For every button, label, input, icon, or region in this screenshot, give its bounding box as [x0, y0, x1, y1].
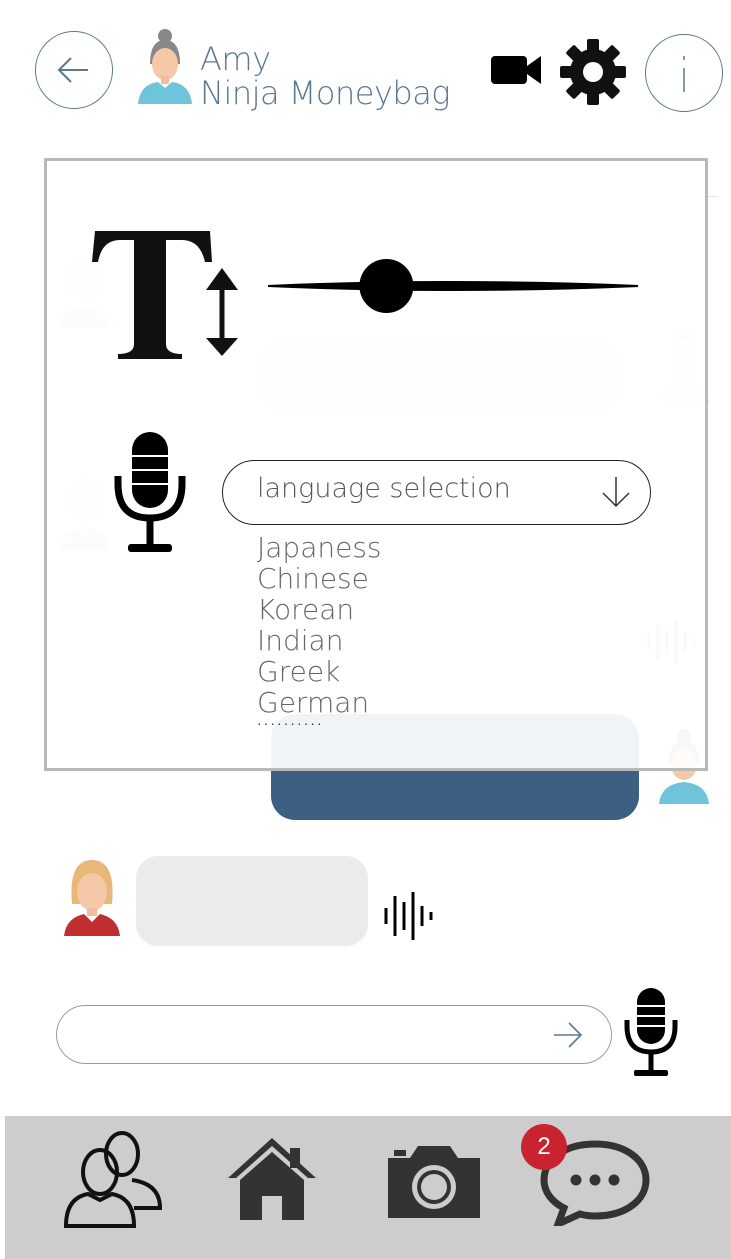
contacts-button[interactable] [62, 1128, 164, 1237]
language-option-chinese[interactable]: Chinese [257, 563, 382, 594]
video-camera-icon [491, 56, 541, 84]
contacts-icon [63, 1131, 163, 1228]
send-button[interactable] [552, 1019, 584, 1056]
other-avatar [62, 856, 122, 938]
arrow-down-icon [602, 477, 630, 508]
info-icon [683, 56, 685, 92]
language-option-greek[interactable]: Greek [257, 656, 382, 687]
audio-wave-icon[interactable] [383, 890, 435, 947]
arrow-right-icon [554, 1022, 583, 1048]
contact-second-name: Ninja Moneybag [200, 74, 451, 112]
language-option-indian[interactable]: Indian [257, 625, 382, 656]
contact-first-name: Amy [200, 40, 271, 78]
microphone-icon [114, 432, 186, 559]
arrow-left-icon [57, 57, 88, 83]
language-option-japanese[interactable]: Japaness [257, 532, 382, 563]
font-size-icon [92, 226, 242, 365]
settings-button[interactable] [558, 37, 628, 112]
home-button[interactable] [226, 1136, 318, 1227]
camera-button[interactable] [386, 1144, 482, 1225]
language-option-korean[interactable]: Korean [257, 594, 382, 625]
contact-avatar[interactable] [136, 24, 194, 106]
home-icon [228, 1138, 316, 1220]
voice-input-button[interactable] [624, 988, 678, 1083]
language-options-list: Japaness Chinese Korean Indian Greek Ger… [257, 532, 382, 730]
gear-icon [560, 39, 626, 105]
language-option-german[interactable]: German [257, 687, 382, 718]
video-call-button[interactable] [491, 52, 543, 93]
slider-thumb[interactable] [359, 259, 414, 313]
dropdown-placeholder: language selection [257, 473, 511, 504]
message-bubble-received [136, 856, 368, 946]
unread-count-badge: 2 [521, 1124, 567, 1170]
camera-icon [388, 1146, 480, 1218]
microphone-icon [624, 988, 678, 1076]
language-dropdown[interactable]: language selection [222, 460, 651, 525]
more-options-indicator[interactable]: ·········· [257, 716, 382, 730]
info-button[interactable] [645, 34, 723, 112]
message-input[interactable] [56, 1005, 612, 1064]
font-size-slider[interactable] [266, 256, 640, 316]
back-button[interactable] [35, 31, 113, 109]
